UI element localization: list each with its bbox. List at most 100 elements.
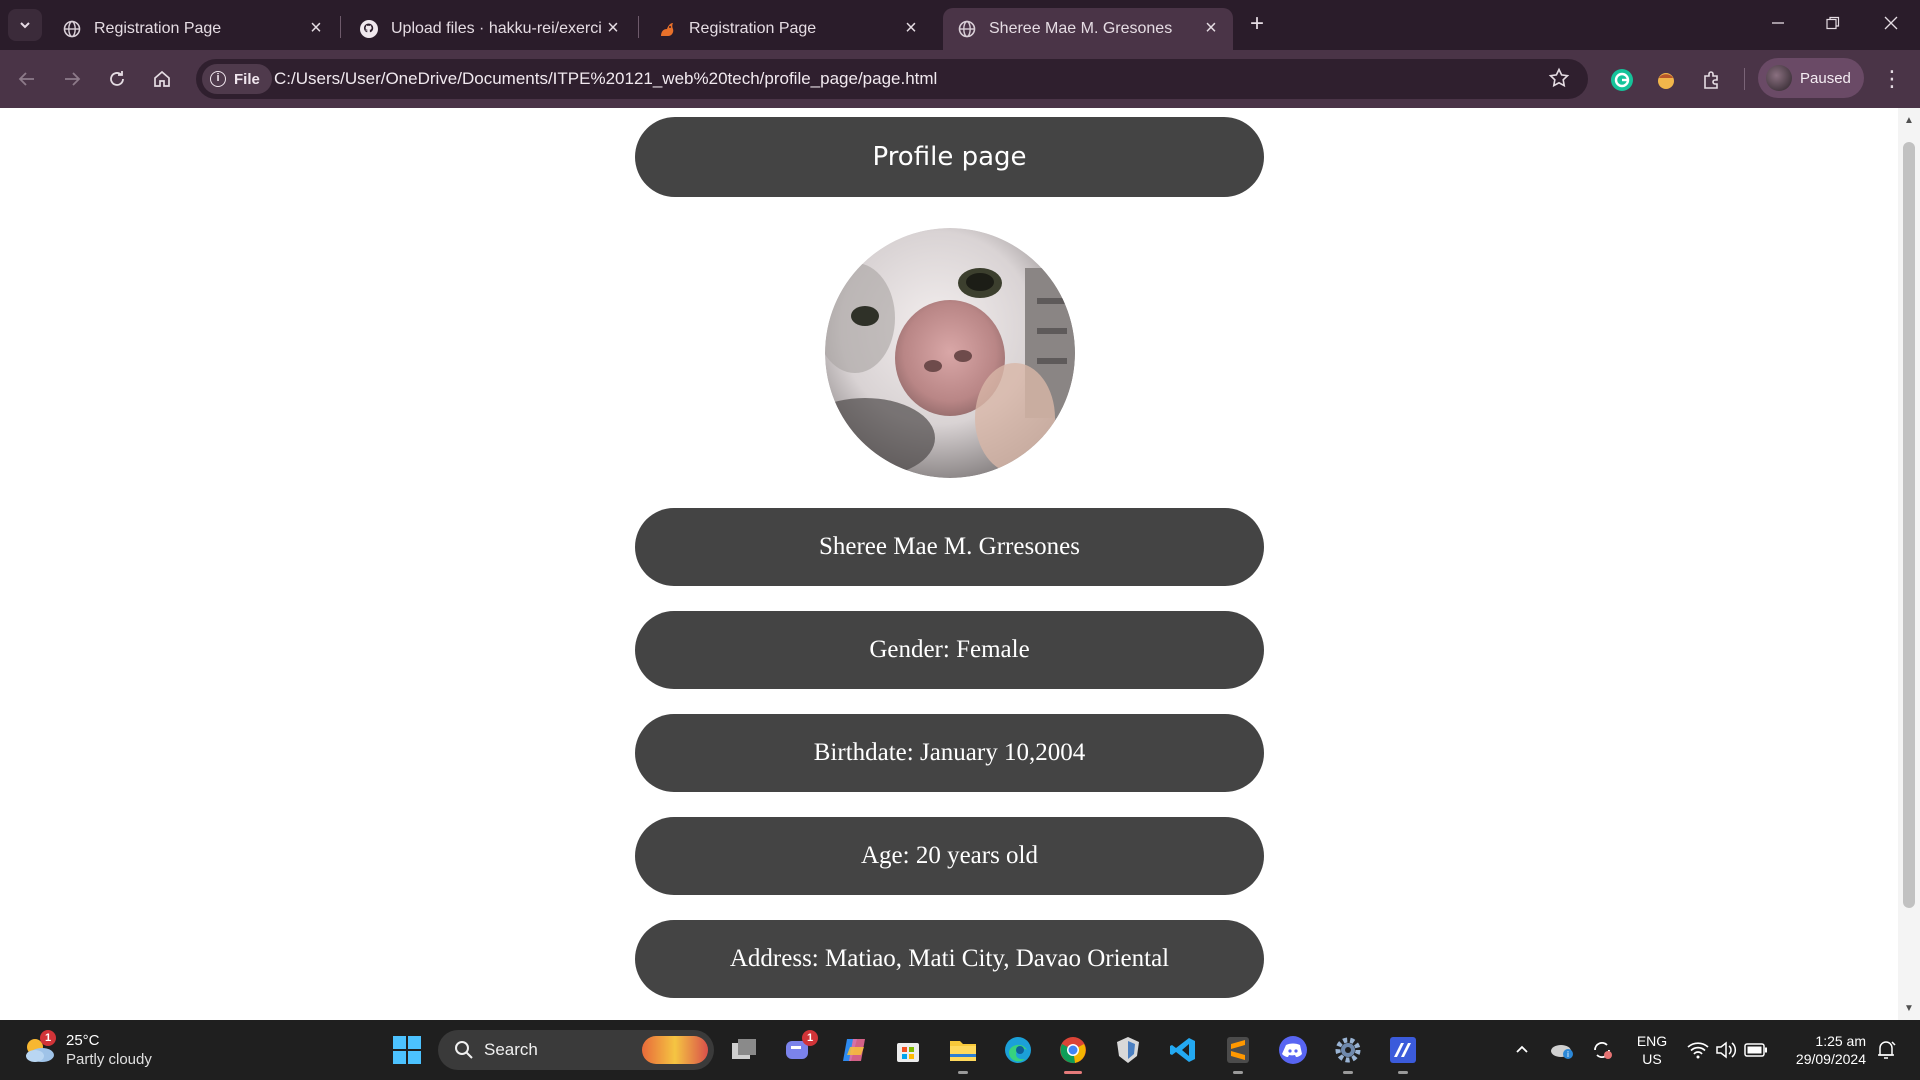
brave-shield-icon[interactable] [1110,1032,1146,1068]
sublime-text-icon[interactable] [1220,1032,1256,1074]
tab-registration-1[interactable]: Registration Page × [48,8,338,50]
tab-title: Sheree Mae M. Gresones [989,20,1173,37]
extensions-puzzle-icon[interactable] [1698,66,1726,94]
weather-condition: Partly cloudy [66,1051,152,1068]
weather-widget[interactable]: 1 25°C Partly cloudy [22,1028,152,1072]
avatar [1766,65,1792,91]
gender-field: Gender: Female [635,611,1264,689]
birthdate-field: Birthdate: January 10,2004 [635,714,1264,792]
extension-avatar-icon[interactable] [1652,66,1680,94]
url-text[interactable]: C:/Users/User/OneDrive/Documents/ITPE%20… [274,69,937,89]
full-name-field: Sheree Mae M. Grresones [635,508,1264,586]
teams-chat-icon[interactable]: 1 [780,1030,818,1068]
arrow-right-icon [65,72,81,86]
tab-divider [340,16,341,38]
copilot-icon[interactable] [836,1032,872,1068]
teams-badge: 1 [802,1030,818,1046]
search-highlight-image [642,1036,708,1064]
toolbar-divider [1744,68,1745,90]
taskbar: 1 25°C Partly cloudy Search 1 i ENG US 1… [0,1020,1920,1080]
clock-time: 1:25 am [1815,1033,1866,1049]
system-clock[interactable]: 1:25 am 29/09/2024 [1780,1032,1866,1068]
region-code: US [1642,1051,1662,1067]
sync-icon[interactable] [1584,1032,1620,1068]
chevron-down-icon [20,22,30,29]
site-info-label: File [234,70,260,88]
chrome-icon[interactable] [1055,1032,1091,1074]
close-icon[interactable]: × [306,18,326,39]
search-icon [455,1041,473,1059]
address-bar[interactable]: i File C:/Users/User/OneDrive/Documents/… [196,59,1588,99]
running-indicator [1233,1071,1243,1074]
weather-temp: 25°C [66,1032,100,1049]
language-code: ENG [1636,1033,1668,1049]
start-windows-icon[interactable] [389,1032,425,1068]
grammarly-icon[interactable] [1608,66,1636,94]
weather-badge: 1 [40,1030,56,1046]
restore-icon[interactable] [1818,10,1848,40]
scrollbar-thumb[interactable] [1903,142,1915,908]
minimize-icon[interactable] [1763,10,1793,40]
tab-profile-active[interactable]: Sheree Mae M. Gresones × [943,8,1233,50]
site-info-chip[interactable]: i File [202,64,272,94]
vertical-scrollbar[interactable]: ▲ ▼ [1898,108,1920,1020]
profile-status: Paused [1800,69,1851,87]
profile-button[interactable]: Paused [1758,58,1864,98]
profile-photo [825,228,1075,478]
tab-title: Upload files · hakku-rei/exercise [391,20,601,37]
globe-icon [62,19,82,39]
tab-search-button[interactable] [8,9,42,41]
tab-title: Registration Page [94,20,222,37]
close-icon[interactable]: × [603,18,623,39]
edge-icon[interactable] [1000,1032,1036,1068]
search-label: Search [484,1040,538,1059]
tab-registration-2[interactable]: Registration Page × [643,8,933,50]
address-field: Address: Matiao, Mati City, Davao Orient… [635,920,1264,998]
running-indicator [1398,1071,1408,1074]
forward-button[interactable] [57,64,87,94]
close-window-icon[interactable] [1876,10,1906,40]
reload-button[interactable] [102,64,132,94]
bookmark-star-icon[interactable] [1548,67,1572,91]
info-icon: i [210,71,226,87]
close-icon[interactable]: × [1201,18,1221,39]
age-field: Age: 20 years old [635,817,1264,895]
home-icon [154,70,170,87]
partly-cloudy-icon: 1 [22,1030,58,1065]
settings-gear-icon[interactable] [1330,1032,1366,1074]
language-indicator[interactable]: ENG US [1632,1032,1672,1068]
chevron-up-icon[interactable] [1504,1032,1540,1068]
back-button[interactable] [12,64,42,94]
task-view-icon[interactable] [726,1032,762,1068]
microsoft-store-icon[interactable] [890,1032,926,1068]
tab-strip: Registration Page × Upload files · hakku… [0,0,1920,50]
discord-icon[interactable] [1275,1032,1311,1068]
github-icon [359,19,379,39]
taskbar-search-input[interactable]: Search [438,1030,714,1070]
running-indicator [1343,1071,1353,1074]
file-explorer-icon[interactable] [945,1032,981,1074]
scroll-up-icon[interactable]: ▲ [1904,116,1914,126]
browser-toolbar: i File C:/Users/User/OneDrive/Documents/… [0,50,1920,108]
onedrive-icon[interactable]: i [1544,1032,1580,1068]
svg-text:i: i [1567,1050,1569,1059]
editor-app-icon[interactable] [1385,1032,1421,1074]
battery-icon[interactable] [1738,1032,1774,1068]
more-menu-icon[interactable]: ⋮ [1880,66,1904,94]
scroll-down-icon[interactable]: ▼ [1904,1004,1914,1014]
globe-icon [957,19,977,39]
vscode-icon[interactable] [1165,1032,1201,1068]
squirrel-icon [657,19,677,39]
clock-date: 29/09/2024 [1795,1051,1866,1067]
arrow-left-icon [18,72,34,86]
notifications-icon[interactable] [1868,1032,1904,1068]
new-tab-button[interactable]: + [1243,11,1271,39]
tab-upload-files[interactable]: Upload files · hakku-rei/exercise × [345,8,635,50]
tab-title: Registration Page [689,20,817,37]
page-viewport: Profile page Sheree Mae M. Grresones Gen… [0,108,1898,1020]
close-icon[interactable]: × [901,18,921,39]
page-title: Profile page [635,117,1264,197]
running-indicator [958,1071,968,1074]
home-button[interactable] [147,64,177,94]
tab-divider [638,16,639,38]
